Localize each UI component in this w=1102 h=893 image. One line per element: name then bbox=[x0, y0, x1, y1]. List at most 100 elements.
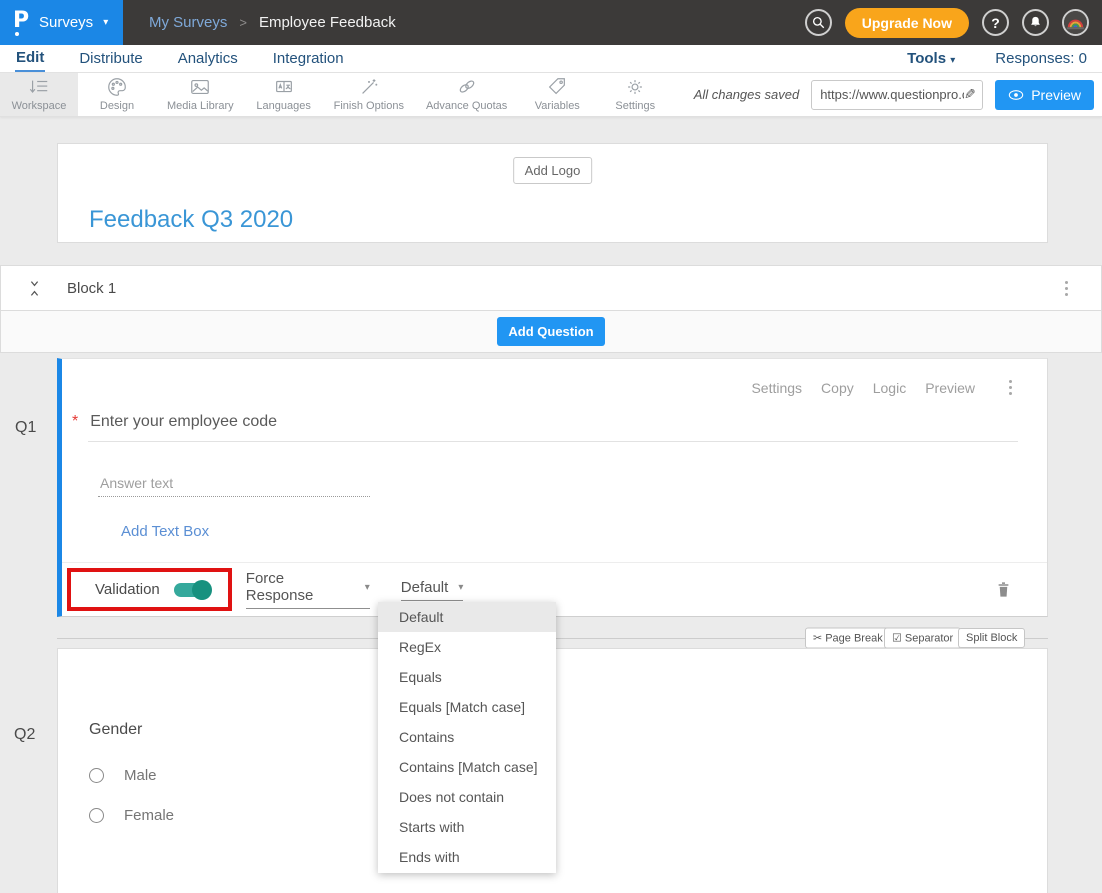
toolbar-variables[interactable]: Variables bbox=[518, 73, 596, 116]
question-menu-kebab-icon[interactable] bbox=[1006, 377, 1015, 398]
tag-icon bbox=[546, 76, 568, 98]
validation-type-dropdown[interactable]: Default ▾ bbox=[401, 579, 463, 601]
question-mark-icon: ? bbox=[991, 15, 1000, 31]
question-text[interactable]: Enter your employee code bbox=[90, 413, 277, 431]
menu-item-ends-with[interactable]: Ends with bbox=[378, 842, 556, 872]
editor-toolbar: Workspace Design Media Library Languages… bbox=[0, 73, 1102, 117]
question-text[interactable]: Gender bbox=[89, 721, 142, 739]
tools-dropdown[interactable]: Tools ▾ bbox=[907, 50, 955, 67]
magic-wand-icon bbox=[358, 76, 380, 98]
question-settings-link[interactable]: Settings bbox=[751, 380, 802, 396]
breadcrumb: My Surveys > Employee Feedback bbox=[149, 14, 396, 31]
chain-link-icon bbox=[456, 76, 478, 98]
eye-icon bbox=[1008, 89, 1024, 101]
header-actions: Upgrade Now ? bbox=[805, 8, 1102, 38]
toggle-knob bbox=[192, 580, 212, 600]
toolbar-media-library[interactable]: Media Library bbox=[156, 73, 245, 116]
tab-distribute[interactable]: Distribute bbox=[78, 47, 143, 71]
answer-text-placeholder[interactable]: Answer text bbox=[100, 475, 173, 491]
question-preview-link[interactable]: Preview bbox=[925, 380, 975, 396]
responses-count[interactable]: Responses: 0 bbox=[995, 50, 1087, 67]
survey-url-text: https://www.questionpro.com/t/A bbox=[820, 87, 964, 102]
split-block-button[interactable]: Split Block bbox=[958, 628, 1025, 648]
scissors-icon: ✂ bbox=[813, 633, 822, 645]
toolbar-workspace[interactable]: Workspace bbox=[0, 73, 78, 116]
menu-item-equals[interactable]: Equals bbox=[378, 662, 556, 692]
image-icon bbox=[189, 76, 211, 98]
survey-url-field[interactable]: https://www.questionpro.com/t/A ✎ bbox=[811, 80, 983, 110]
page-break-button[interactable]: ✂Page Break bbox=[805, 628, 891, 649]
edit-url-icon[interactable]: ✎ bbox=[964, 86, 976, 103]
help-button[interactable]: ? bbox=[982, 9, 1009, 36]
chevron-down-icon: ▾ bbox=[458, 582, 463, 593]
menu-item-regex[interactable]: RegEx bbox=[378, 632, 556, 662]
add-question-button[interactable]: Add Question bbox=[497, 317, 604, 346]
radio-option-male[interactable]: Male bbox=[89, 767, 157, 784]
product-menu-label: Surveys bbox=[39, 14, 93, 31]
block-menu-kebab-icon[interactable] bbox=[1062, 278, 1071, 299]
menu-item-starts-with[interactable]: Starts with bbox=[378, 812, 556, 842]
save-status-text: All changes saved bbox=[694, 87, 800, 102]
breadcrumb-my-surveys[interactable]: My Surveys bbox=[149, 14, 227, 31]
separator-button[interactable]: ☑Separator bbox=[884, 628, 961, 649]
menu-item-contains-match-case[interactable]: Contains [Match case] bbox=[378, 752, 556, 782]
block-header: Block 1 bbox=[0, 265, 1102, 311]
upgrade-now-button[interactable]: Upgrade Now bbox=[845, 8, 969, 38]
block-title[interactable]: Block 1 bbox=[67, 280, 116, 297]
tab-edit[interactable]: Edit bbox=[15, 46, 45, 72]
toolbar-languages[interactable]: Languages bbox=[245, 73, 323, 116]
validation-toggle[interactable] bbox=[174, 583, 210, 597]
tab-analytics[interactable]: Analytics bbox=[177, 47, 239, 71]
gear-icon bbox=[624, 76, 646, 98]
survey-editor-page: P Surveys ▾ My Surveys > Employee Feedba… bbox=[0, 0, 1102, 893]
collapse-block-icon[interactable] bbox=[27, 280, 42, 297]
palette-icon bbox=[106, 76, 128, 98]
checkbox-icon: ☑ bbox=[892, 633, 902, 645]
question-actions: Settings Copy Logic Preview bbox=[751, 377, 1015, 398]
validation-annotation-box: Validation bbox=[67, 568, 232, 611]
toolbar-advance-quotas[interactable]: Advance Quotas bbox=[415, 73, 518, 116]
top-header: P Surveys ▾ My Surveys > Employee Feedba… bbox=[0, 0, 1102, 45]
tab-integration[interactable]: Integration bbox=[272, 47, 345, 71]
chevron-down-icon: ▾ bbox=[950, 55, 955, 66]
force-response-dropdown[interactable]: Force Response ▾ bbox=[246, 570, 370, 609]
search-button[interactable] bbox=[805, 9, 832, 36]
question-logic-link[interactable]: Logic bbox=[873, 380, 906, 396]
radio-icon[interactable] bbox=[89, 808, 104, 823]
question-1-card: Settings Copy Logic Preview * Enter your… bbox=[57, 358, 1048, 617]
radio-icon[interactable] bbox=[89, 768, 104, 783]
delete-question-button[interactable] bbox=[996, 581, 1011, 598]
user-avatar[interactable] bbox=[1062, 9, 1089, 36]
menu-item-does-not-contain[interactable]: Does not contain bbox=[378, 782, 556, 812]
notifications-button[interactable] bbox=[1022, 9, 1049, 36]
add-question-strip: Add Question bbox=[0, 311, 1102, 353]
q1-margin-label: Q1 bbox=[15, 419, 36, 437]
product-menu[interactable]: P Surveys ▾ bbox=[0, 0, 123, 45]
workspace-icon bbox=[28, 76, 50, 98]
required-asterisk: * bbox=[72, 413, 78, 431]
chevron-down-icon: ▾ bbox=[365, 582, 370, 593]
menu-item-contains[interactable]: Contains bbox=[378, 722, 556, 752]
menu-item-equals-match-case[interactable]: Equals [Match case] bbox=[378, 692, 556, 722]
question-copy-link[interactable]: Copy bbox=[821, 380, 854, 396]
survey-header-card: Add Logo Feedback Q3 2020 bbox=[57, 143, 1048, 243]
preview-button[interactable]: Preview bbox=[995, 80, 1094, 110]
translate-icon bbox=[273, 76, 295, 98]
breadcrumb-separator: > bbox=[239, 15, 247, 30]
chevron-down-icon: ▾ bbox=[103, 17, 108, 28]
survey-title[interactable]: Feedback Q3 2020 bbox=[89, 206, 293, 234]
questionpro-logo-icon: P bbox=[13, 10, 31, 36]
toolbar-design[interactable]: Design bbox=[78, 73, 156, 116]
radio-option-female[interactable]: Female bbox=[89, 807, 174, 824]
add-logo-button[interactable]: Add Logo bbox=[513, 157, 593, 184]
bell-icon bbox=[1028, 15, 1043, 30]
toolbar-settings[interactable]: Settings bbox=[596, 73, 674, 116]
breadcrumb-survey-name: Employee Feedback bbox=[259, 14, 396, 31]
question-text-row[interactable]: * Enter your employee code bbox=[72, 413, 277, 431]
menu-item-default[interactable]: Default bbox=[378, 602, 556, 632]
avatar-rainbow-icon bbox=[1064, 11, 1087, 34]
add-text-box-link[interactable]: Add Text Box bbox=[121, 523, 209, 540]
block-section: Block 1 Add Question Settings Copy Logic… bbox=[0, 265, 1102, 617]
toolbar-finish-options[interactable]: Finish Options bbox=[323, 73, 415, 116]
module-tabs: Edit Distribute Analytics Integration To… bbox=[0, 45, 1102, 73]
